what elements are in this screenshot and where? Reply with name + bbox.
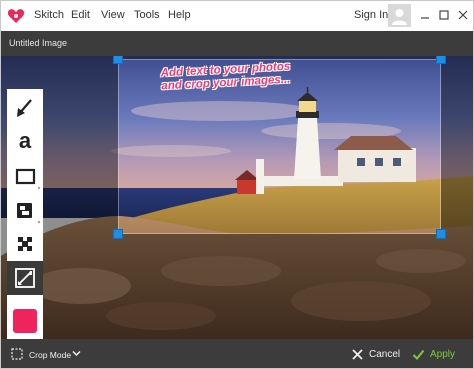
avatar[interactable] <box>388 4 411 27</box>
menu-skitch[interactable]: Skitch <box>34 8 64 22</box>
tool-pixelate[interactable] <box>7 227 43 261</box>
document-bar: Untitled Image <box>1 31 473 56</box>
bottom-bar: Crop Mode Cancel Apply <box>1 339 473 368</box>
menu-edit[interactable]: Edit <box>71 8 90 22</box>
tool-stamp[interactable] <box>7 193 43 227</box>
arrow-icon <box>17 99 32 117</box>
cancel-x-icon <box>352 349 363 360</box>
menu-view[interactable]: View <box>101 8 125 22</box>
cancel-label: Cancel <box>369 349 401 360</box>
stamp-icon <box>17 203 40 223</box>
menu-tools[interactable]: Tools <box>134 8 160 22</box>
crop-handle-bottom-right[interactable] <box>436 229 446 239</box>
sign-in-link[interactable]: Sign In <box>354 9 388 21</box>
document-title[interactable]: Untitled Image <box>9 38 67 48</box>
rectangle-icon <box>15 168 40 189</box>
crop-handle-bottom-left[interactable] <box>113 229 123 239</box>
app-window: Skitch Edit View Tools Help Sign In Unti… <box>0 0 474 369</box>
color-picker-swatch[interactable] <box>13 309 37 333</box>
maximize-icon[interactable] <box>437 8 451 22</box>
crop-handle-top-right[interactable] <box>436 56 446 64</box>
crop-handle-top-left[interactable] <box>113 56 123 64</box>
tool-palette: a <box>7 89 43 339</box>
tool-arrow[interactable] <box>7 91 43 125</box>
menu-help[interactable]: Help <box>168 8 191 22</box>
tool-text[interactable]: a <box>7 125 43 159</box>
skitch-logo-icon[interactable] <box>7 8 25 24</box>
tool-crop[interactable] <box>7 261 43 295</box>
user-icon <box>392 9 407 25</box>
tool-rectangle[interactable] <box>7 159 43 193</box>
crop-shade-right <box>441 56 473 339</box>
apply-label: Apply <box>430 349 456 360</box>
crop-mode-icon[interactable] <box>10 347 24 361</box>
crop-mode-label[interactable]: Crop Mode <box>29 350 71 360</box>
cancel-button[interactable]: Cancel <box>349 345 401 365</box>
crop-resize-icon <box>15 268 35 288</box>
crop-shade-bottom <box>118 234 441 339</box>
apply-button[interactable]: Apply <box>410 345 460 365</box>
menu-bar: Skitch Edit View Tools Help Sign In <box>1 1 473 31</box>
close-icon[interactable] <box>456 8 470 22</box>
chevron-down-icon[interactable] <box>72 350 81 357</box>
pixelate-icon <box>18 237 32 251</box>
checkmark-icon <box>412 349 425 360</box>
image-canvas[interactable]: Add text to your photos and crop your im… <box>1 56 473 339</box>
text-icon: a <box>18 128 32 153</box>
minimize-icon[interactable] <box>418 8 432 22</box>
